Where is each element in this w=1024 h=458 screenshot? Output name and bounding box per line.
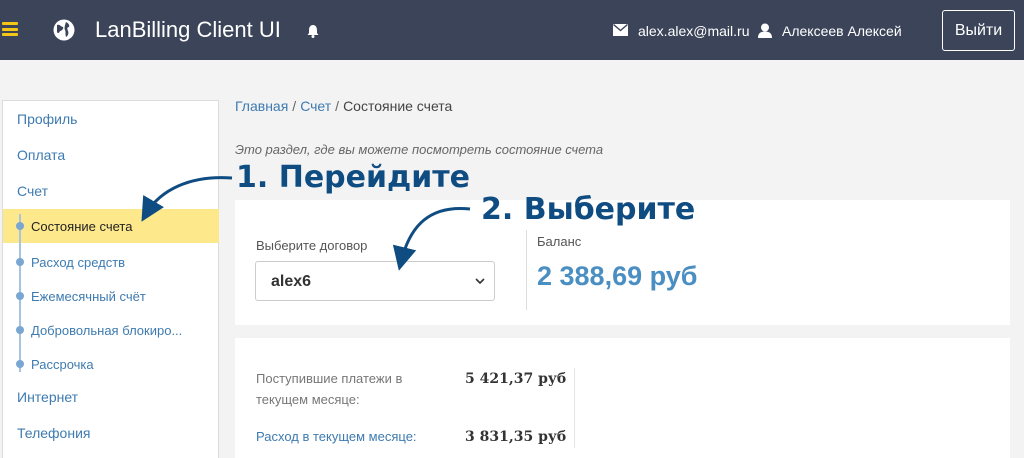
sidebar-subitem-monthly-invoice[interactable]: Ежемесячный счёт bbox=[31, 289, 146, 304]
sidebar-item-profile[interactable]: Профиль bbox=[17, 111, 77, 127]
breadcrumb-current: Состояние счета bbox=[343, 98, 453, 114]
user-email: alex.alex@mail.ru bbox=[638, 23, 750, 39]
contract-select[interactable]: alex6 bbox=[255, 261, 495, 301]
contract-label: Выберите договор bbox=[256, 238, 368, 253]
user-icon bbox=[758, 23, 772, 38]
expenses-label[interactable]: Расход в текущем месяце: bbox=[256, 426, 436, 447]
sidebar-subitem-installments[interactable]: Рассрочка bbox=[31, 357, 94, 372]
submenu-dot bbox=[16, 222, 24, 230]
submenu-dot bbox=[16, 292, 24, 300]
breadcrumb-account[interactable]: Счет bbox=[300, 98, 331, 114]
logout-button[interactable]: Выйти bbox=[942, 10, 1015, 51]
annotation-step1: 1. Перейдите bbox=[236, 160, 470, 195]
sidebar: Профиль Оплата Счет Состояние счета Расх… bbox=[2, 100, 219, 458]
payments-label: Поступившие платежи в текущем месяце: bbox=[256, 371, 403, 407]
payments-value: 5 421,37 руб bbox=[465, 371, 567, 387]
sidebar-item-telephony[interactable]: Телефония bbox=[17, 425, 90, 441]
sidebar-item-account[interactable]: Счет bbox=[17, 183, 48, 199]
balance-label: Баланс bbox=[537, 234, 582, 249]
bell-icon[interactable] bbox=[306, 24, 320, 38]
chevron-down-icon bbox=[475, 278, 485, 285]
divider bbox=[574, 368, 575, 448]
globe-icon bbox=[53, 19, 75, 41]
breadcrumb: Главная / Счет / Состояние счета bbox=[235, 98, 452, 114]
top-bar: LanBilling Client UI alex.alex@mail.ru А… bbox=[0, 0, 1024, 60]
contract-select-value: alex6 bbox=[271, 273, 312, 290]
sidebar-item-payment[interactable]: Оплата bbox=[17, 147, 65, 163]
submenu-dot bbox=[16, 360, 24, 368]
divider bbox=[526, 230, 527, 310]
breadcrumb-home[interactable]: Главная bbox=[235, 98, 288, 114]
app-title[interactable]: LanBilling Client UI bbox=[95, 17, 281, 43]
submenu-dot bbox=[16, 258, 24, 266]
user-name[interactable]: Алексеев Алексей bbox=[782, 23, 902, 39]
breadcrumb-separator: / bbox=[292, 98, 297, 114]
sidebar-subitem-voluntary-block[interactable]: Добровольная блокиро... bbox=[31, 323, 182, 338]
section-description: Это раздел, где вы можете посмотреть сос… bbox=[235, 142, 604, 157]
expenses-value: 3 831,35 руб bbox=[465, 429, 567, 445]
annotation-step2: 2. Выберите bbox=[481, 192, 696, 227]
sidebar-subitem-expenses[interactable]: Расход средств bbox=[31, 255, 125, 270]
menu-icon[interactable] bbox=[2, 22, 18, 36]
balance-value: 2 388,69 руб bbox=[537, 261, 698, 291]
submenu-dot bbox=[16, 326, 24, 334]
breadcrumb-separator: / bbox=[335, 98, 340, 114]
mail-icon bbox=[613, 24, 628, 36]
sidebar-subitem-account-status[interactable]: Состояние счета bbox=[31, 219, 132, 234]
sidebar-item-internet[interactable]: Интернет bbox=[17, 389, 78, 405]
